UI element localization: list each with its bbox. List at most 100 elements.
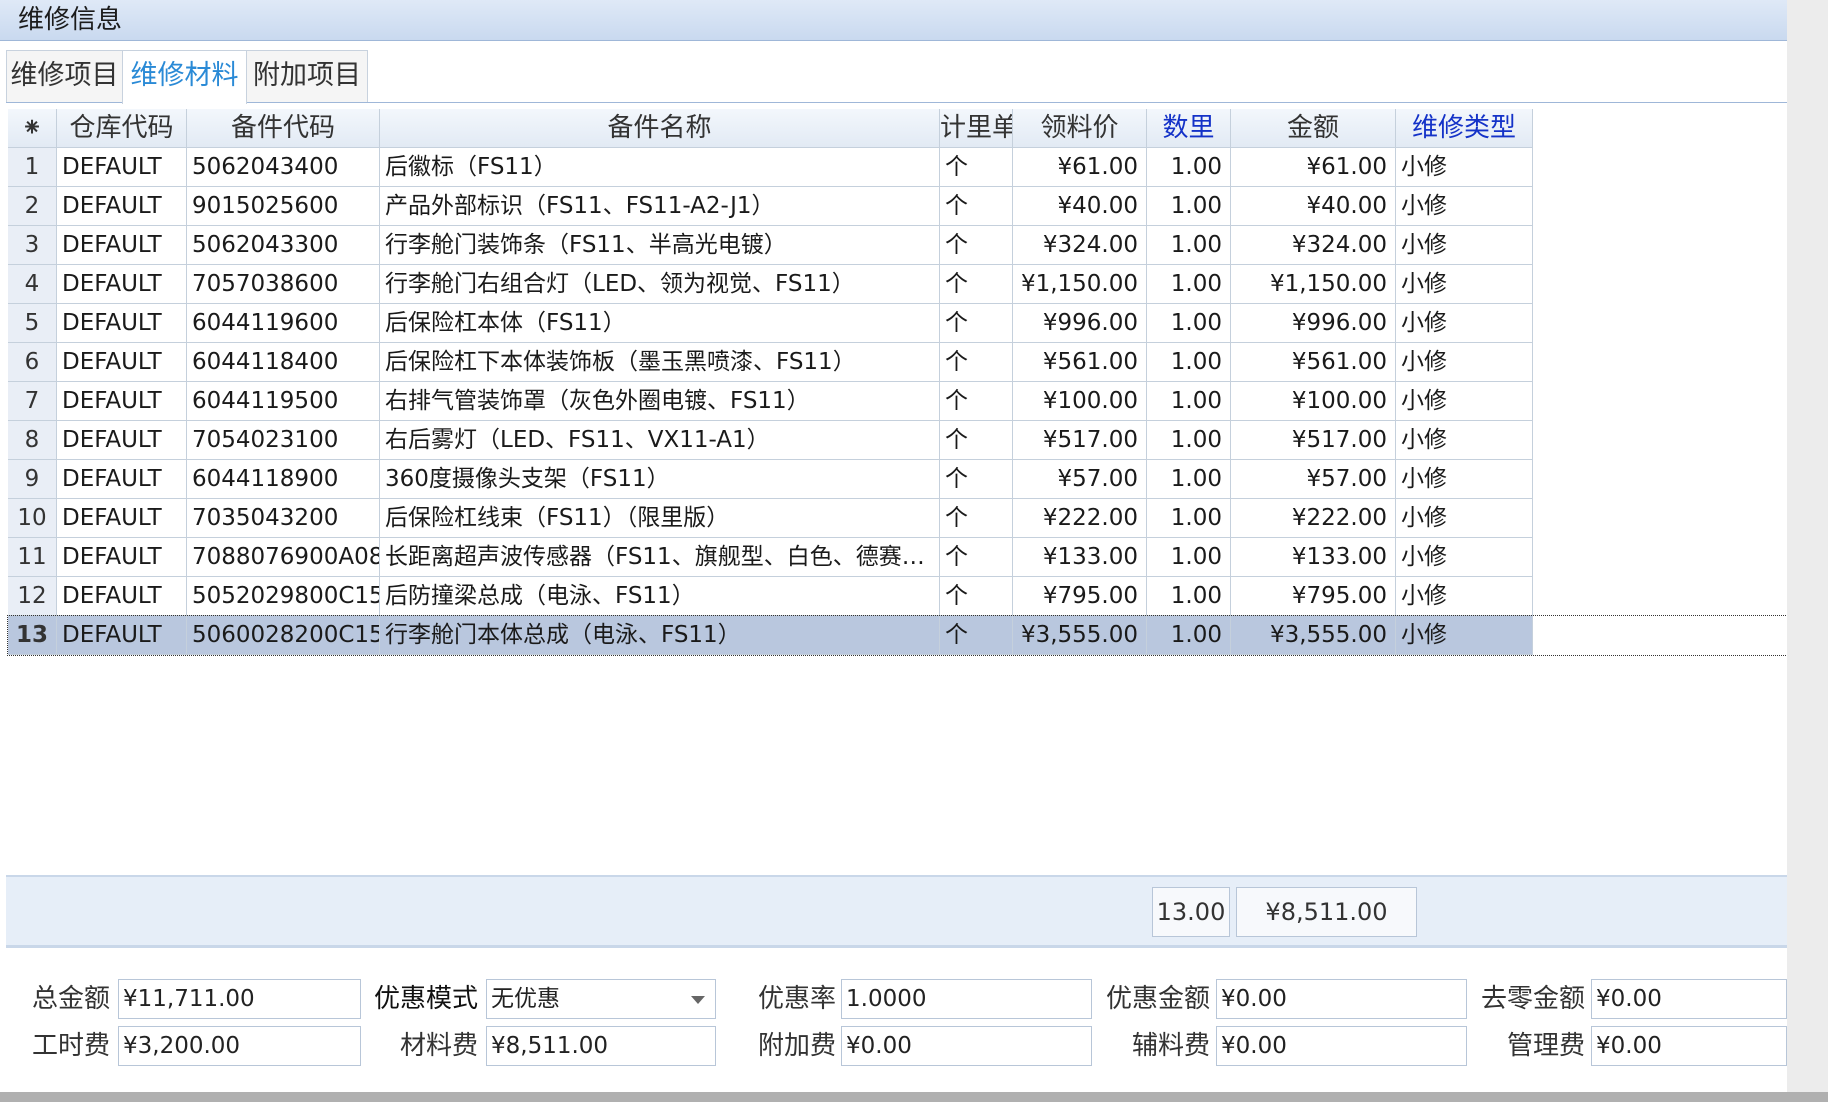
issue-price-cell[interactable]: ¥222.00 <box>1013 499 1147 538</box>
repair-type-cell[interactable]: 小修 <box>1396 577 1533 616</box>
amount-cell[interactable]: ¥324.00 <box>1231 226 1396 265</box>
part-name-cell[interactable]: 后防撞梁总成（电泳、FS11） <box>380 577 940 616</box>
part-code-cell[interactable]: 6044119500 <box>187 382 380 421</box>
quantity-cell[interactable]: 1.00 <box>1147 538 1231 577</box>
part-code-cell[interactable]: 7088076900A08 <box>187 538 380 577</box>
quantity-cell[interactable]: 1.00 <box>1147 265 1231 304</box>
amount-cell[interactable]: ¥57.00 <box>1231 460 1396 499</box>
repair-type-cell[interactable]: 小修 <box>1396 538 1533 577</box>
quantity-cell[interactable]: 1.00 <box>1147 382 1231 421</box>
table-row[interactable]: 13 DEFAULT 5060028200C15 行李舱门本体总成（电泳、FS11）个… <box>7 615 1788 656</box>
repair-type-cell[interactable]: 小修 <box>1396 343 1533 382</box>
part-name-cell[interactable]: 360度摄像头支架（FS11） <box>380 460 940 499</box>
header-warehouse-code[interactable]: 仓库代码 <box>57 109 187 148</box>
repair-type-cell[interactable]: 小修 <box>1396 148 1533 187</box>
unit-cell[interactable]: 个 <box>940 499 1013 538</box>
quantity-cell[interactable]: 1.00 <box>1147 577 1231 616</box>
table-row[interactable]: 12 DEFAULT 5052029800C15 后防撞梁总成（电泳、FS11）个 ¥7… <box>8 577 1787 616</box>
warehouse-code-cell[interactable]: DEFAULT <box>57 460 187 499</box>
warehouse-code-cell[interactable]: DEFAULT <box>57 499 187 538</box>
amount-cell[interactable]: ¥40.00 <box>1231 187 1396 226</box>
header-quantity[interactable]: 数里 <box>1147 109 1231 148</box>
part-code-cell[interactable]: 6044119600 <box>187 304 380 343</box>
part-name-cell[interactable]: 后保险杠本体（FS11） <box>380 304 940 343</box>
rounding-amount-field[interactable]: ¥0.00 <box>1591 979 1787 1019</box>
part-code-cell[interactable]: 6044118400 <box>187 343 380 382</box>
table-row[interactable]: 11 DEFAULT 7088076900A08 长距离超声波传感器（FS11、旗舰型… <box>8 538 1787 577</box>
row-number[interactable]: 3 <box>8 226 57 265</box>
quantity-cell[interactable]: 1.00 <box>1147 499 1231 538</box>
quantity-cell[interactable]: 1.00 <box>1147 226 1231 265</box>
part-name-cell[interactable]: 行李舱门本体总成（电泳、FS11） <box>380 616 940 655</box>
management-fee-field[interactable]: ¥0.00 <box>1591 1026 1787 1066</box>
row-number[interactable]: 4 <box>8 265 57 304</box>
issue-price-cell[interactable]: ¥3,555.00 <box>1013 616 1147 655</box>
unit-cell[interactable]: 个 <box>940 460 1013 499</box>
issue-price-cell[interactable]: ¥133.00 <box>1013 538 1147 577</box>
quantity-cell[interactable]: 1.00 <box>1147 343 1231 382</box>
table-row[interactable]: 7 DEFAULT 6044119500 右排气管装饰罩（灰色外圈电镀、FS11）个 ¥… <box>8 382 1787 421</box>
repair-type-cell[interactable]: 小修 <box>1396 499 1533 538</box>
table-row[interactable]: 8 DEFAULT 7054023100 右后雾灯（LED、FS11、VX11-A1）… <box>8 421 1787 460</box>
table-row[interactable]: 10 DEFAULT 7035043200 后保险杠线束（FS11）（限里版）个 ¥22… <box>8 499 1787 538</box>
part-name-cell[interactable]: 后保险杠线束（FS11）（限里版） <box>380 499 940 538</box>
table-row[interactable]: 9 DEFAULT 6044118900 360度摄像头支架（FS11）个 ¥57.00… <box>8 460 1787 499</box>
table-row[interactable]: 1 DEFAULT 5062043400 后徽标（FS11）个 ¥61.00 1.00 ¥6… <box>8 148 1787 187</box>
header-part-name[interactable]: 备件名称 <box>380 109 940 148</box>
material-fee-field[interactable]: ¥8,511.00 <box>486 1026 716 1066</box>
warehouse-code-cell[interactable]: DEFAULT <box>57 187 187 226</box>
row-number[interactable]: 12 <box>8 577 57 616</box>
discount-mode-select[interactable]: 无优惠 <box>486 979 716 1019</box>
repair-type-cell[interactable]: 小修 <box>1396 382 1533 421</box>
issue-price-cell[interactable]: ¥324.00 <box>1013 226 1147 265</box>
warehouse-code-cell[interactable]: DEFAULT <box>57 616 187 655</box>
repair-type-cell[interactable]: 小修 <box>1396 421 1533 460</box>
row-number[interactable]: 13 <box>8 616 57 655</box>
part-code-cell[interactable]: 7054023100 <box>187 421 380 460</box>
unit-cell[interactable]: 个 <box>940 343 1013 382</box>
part-code-cell[interactable]: 7035043200 <box>187 499 380 538</box>
row-number[interactable]: 11 <box>8 538 57 577</box>
warehouse-code-cell[interactable]: DEFAULT <box>57 304 187 343</box>
unit-cell[interactable]: 个 <box>940 421 1013 460</box>
quantity-cell[interactable]: 1.00 <box>1147 616 1231 655</box>
part-name-cell[interactable]: 产品外部标识（FS11、FS11-A2-J1） <box>380 187 940 226</box>
quantity-cell[interactable]: 1.00 <box>1147 421 1231 460</box>
header-issue-price[interactable]: 领料价 <box>1013 109 1147 148</box>
amount-cell[interactable]: ¥3,555.00 <box>1231 616 1396 655</box>
table-row[interactable]: 2 DEFAULT 9015025600 产品外部标识（FS11、FS11-A2-J1… <box>8 187 1787 226</box>
warehouse-code-cell[interactable]: DEFAULT <box>57 265 187 304</box>
additional-fee-field[interactable]: ¥0.00 <box>841 1026 1092 1066</box>
row-number[interactable]: 9 <box>8 460 57 499</box>
total-amount-field[interactable]: ¥11,711.00 <box>118 979 361 1019</box>
warehouse-code-cell[interactable]: DEFAULT <box>57 538 187 577</box>
table-row[interactable]: 5 DEFAULT 6044119600 后保险杠本体（FS11）个 ¥996.00 1.… <box>8 304 1787 343</box>
part-name-cell[interactable]: 右排气管装饰罩（灰色外圈电镀、FS11） <box>380 382 940 421</box>
unit-cell[interactable]: 个 <box>940 226 1013 265</box>
issue-price-cell[interactable]: ¥57.00 <box>1013 460 1147 499</box>
amount-cell[interactable]: ¥61.00 <box>1231 148 1396 187</box>
amount-cell[interactable]: ¥222.00 <box>1231 499 1396 538</box>
repair-type-cell[interactable]: 小修 <box>1396 187 1533 226</box>
part-code-cell[interactable]: 7057038600 <box>187 265 380 304</box>
repair-type-cell[interactable]: 小修 <box>1396 226 1533 265</box>
row-number[interactable]: 6 <box>8 343 57 382</box>
table-row[interactable]: 3 DEFAULT 5062043300 行李舱门装饰条（FS11、半高光电镀）个 ¥3… <box>8 226 1787 265</box>
issue-price-cell[interactable]: ¥1,150.00 <box>1013 265 1147 304</box>
quantity-cell[interactable]: 1.00 <box>1147 187 1231 226</box>
chevron-down-icon[interactable] <box>691 996 705 1004</box>
row-number[interactable]: 1 <box>8 148 57 187</box>
part-name-cell[interactable]: 右后雾灯（LED、FS11、VX11-A1） <box>380 421 940 460</box>
part-name-cell[interactable]: 长距离超声波传感器（FS11、旗舰型、白色、德赛西… <box>380 538 940 577</box>
amount-cell[interactable]: ¥133.00 <box>1231 538 1396 577</box>
row-number[interactable]: 5 <box>8 304 57 343</box>
part-code-cell[interactable]: 5062043400 <box>187 148 380 187</box>
issue-price-cell[interactable]: ¥100.00 <box>1013 382 1147 421</box>
header-amount[interactable]: 金额 <box>1231 109 1396 148</box>
warehouse-code-cell[interactable]: DEFAULT <box>57 382 187 421</box>
table-row[interactable]: 6 DEFAULT 6044118400 后保险杠下本体装饰板（墨玉黑喷漆、FS11）… <box>8 343 1787 382</box>
tab-repair-items[interactable]: 维修项目 <box>6 50 123 102</box>
repair-type-cell[interactable]: 小修 <box>1396 616 1533 655</box>
part-code-cell[interactable]: 5060028200C15 <box>187 616 380 655</box>
warehouse-code-cell[interactable]: DEFAULT <box>57 421 187 460</box>
